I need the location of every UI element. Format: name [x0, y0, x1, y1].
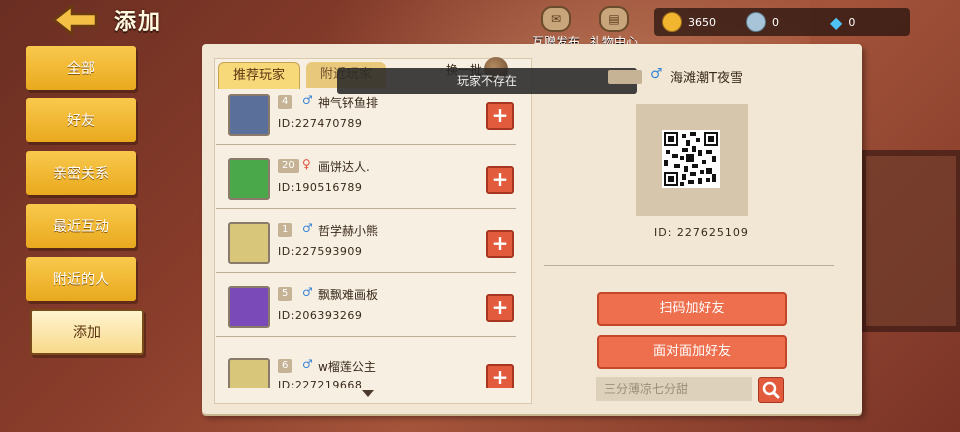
- page-title: 添加: [114, 10, 163, 35]
- male-icon: ♂: [302, 357, 313, 371]
- male-icon: ♂: [650, 66, 663, 82]
- add-friend-button[interactable]: +: [486, 102, 514, 130]
- sidebar-item-label: 添加: [73, 325, 101, 341]
- avatar: [228, 158, 270, 200]
- currency-bar: 3650 0 ◆ 0: [654, 8, 910, 36]
- silver-value: 0: [772, 15, 779, 29]
- level-badge: 4: [278, 95, 293, 109]
- sidebar-item-friends[interactable]: 好友: [26, 98, 136, 142]
- player-id: ID:227219668: [278, 379, 363, 388]
- player-name: 飘飘难画板: [318, 288, 379, 302]
- gift-center-icon: ▤: [599, 6, 629, 32]
- profile-name: 海滩潮T夜雪: [670, 71, 743, 86]
- background-frame: [860, 150, 960, 332]
- search-button[interactable]: [758, 377, 784, 403]
- male-icon: ♂: [302, 221, 313, 235]
- sidebar-item-label: 最近互动: [53, 219, 109, 235]
- sidebar-item-nearby[interactable]: 附近的人: [26, 257, 136, 301]
- sidebar-item-add[interactable]: 添加: [30, 309, 144, 355]
- sidebar-item-label: 全部: [67, 61, 95, 77]
- player-id: ID:206393269: [278, 309, 363, 322]
- gold-coin-icon: [662, 12, 682, 32]
- divider: [544, 265, 834, 266]
- add-friend-button[interactable]: +: [486, 294, 514, 322]
- level-badge: 5: [278, 287, 293, 301]
- scroll-down-icon[interactable]: [362, 390, 374, 397]
- sidebar-item-label: 附近的人: [53, 272, 109, 288]
- gift-post-icon: ✉: [541, 6, 571, 32]
- sidebar-item-all[interactable]: 全部: [26, 46, 136, 90]
- silver-currency[interactable]: 0: [746, 12, 779, 32]
- player-name: 哲学赫小熊: [318, 224, 379, 238]
- diamond-icon: ◆: [830, 12, 843, 32]
- avatar: [228, 94, 270, 136]
- search-icon: [762, 381, 780, 399]
- avatar: [228, 222, 270, 264]
- level-badge: 20: [278, 159, 299, 173]
- player-id: ID:227470789: [278, 117, 363, 130]
- sidebar-item-label: 好友: [67, 113, 95, 129]
- silver-coin-icon: [746, 12, 766, 32]
- player-name: 画饼达人.: [318, 160, 370, 174]
- female-icon: ♀: [302, 157, 311, 171]
- profile-id: ID: 227625109: [654, 226, 749, 239]
- qr-code-image: [662, 130, 720, 188]
- face-to-face-add-button[interactable]: 面对面加好友: [597, 335, 787, 369]
- male-icon: ♂: [302, 285, 313, 299]
- avatar: [228, 286, 270, 328]
- sidebar-item-intimate[interactable]: 亲密关系: [26, 151, 136, 195]
- player-id: ID:227593909: [278, 245, 363, 258]
- add-friend-button[interactable]: +: [486, 166, 514, 194]
- list-item: 6 ♂ w榴莲公主 ID:227219668 +: [216, 336, 516, 388]
- sidebar-item-recent[interactable]: 最近互动: [26, 204, 136, 248]
- add-friend-button[interactable]: +: [486, 364, 514, 388]
- back-arrow-icon[interactable]: [51, 3, 98, 37]
- diamond-value: 0: [848, 15, 856, 29]
- player-id: ID:190516789: [278, 181, 363, 194]
- list-item: 20 ♀ 画饼达人. ID:190516789 +: [216, 144, 516, 209]
- toast-message: 玩家不存在: [337, 68, 637, 94]
- level-badge: 1: [278, 223, 293, 237]
- scan-add-friend-button[interactable]: 扫码加好友: [597, 292, 787, 326]
- male-icon: ♂: [302, 93, 313, 107]
- list-item: 1 ♂ 哲学赫小熊 ID:227593909 +: [216, 208, 516, 273]
- search-input[interactable]: [596, 377, 752, 401]
- add-friend-button[interactable]: +: [486, 230, 514, 258]
- player-name: 神气钚鱼排: [318, 96, 379, 110]
- list-item: 5 ♂ 飘飘难画板 ID:206393269 +: [216, 272, 516, 337]
- gold-value: 3650: [688, 15, 716, 29]
- gold-currency[interactable]: 3650: [662, 12, 716, 32]
- avatar: [228, 358, 270, 388]
- player-name: w榴莲公主: [318, 360, 376, 374]
- diamond-currency[interactable]: ◆ 0: [830, 12, 855, 32]
- level-badge: 6: [278, 359, 293, 373]
- level-badge: [608, 70, 642, 84]
- sidebar-item-label: 亲密关系: [53, 166, 109, 182]
